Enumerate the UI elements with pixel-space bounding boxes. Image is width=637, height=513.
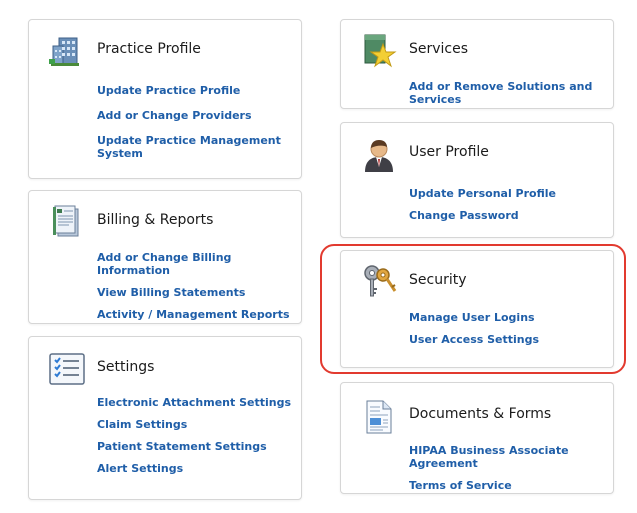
link-user-access-settings[interactable]: User Access Settings <box>409 333 539 346</box>
card-title-user-profile: User Profile <box>409 144 489 160</box>
link-update-practice-profile[interactable]: Update Practice Profile <box>97 84 301 97</box>
billing-reports-links: Add or Change Billing Information View B… <box>97 251 301 321</box>
document-icon <box>361 399 397 435</box>
link-electronic-attachment-settings[interactable]: Electronic Attachment Settings <box>97 396 291 409</box>
link-add-change-providers[interactable]: Add or Change Providers <box>97 109 301 122</box>
keys-icon <box>361 263 397 299</box>
link-alert-settings[interactable]: Alert Settings <box>97 462 291 475</box>
link-add-change-billing-information[interactable]: Add or Change Billing Information <box>97 251 301 277</box>
link-add-remove-solutions-services[interactable]: Add or Remove Solutions and Services <box>409 80 613 106</box>
user-icon <box>361 137 397 173</box>
link-terms-of-service[interactable]: Terms of Service <box>409 479 613 492</box>
link-update-practice-management-system[interactable]: Update Practice Management System <box>97 134 301 160</box>
card-title-billing-reports: Billing & Reports <box>97 212 214 228</box>
report-icon <box>49 203 85 239</box>
services-card: Services Add or Remove Solutions and Ser… <box>340 19 614 109</box>
link-update-personal-profile[interactable]: Update Personal Profile <box>409 187 556 200</box>
card-title-practice-profile: Practice Profile <box>97 41 201 57</box>
star-box-icon <box>361 32 397 68</box>
card-title-services: Services <box>409 41 469 57</box>
checklist-icon <box>49 353 85 389</box>
security-card: Security Manage User Logins User Access … <box>340 250 614 368</box>
documents-forms-links: HIPAA Business Associate Agreement Terms… <box>409 444 613 492</box>
practice-profile-links: Update Practice Profile Add or Change Pr… <box>97 84 301 160</box>
user-profile-card: User Profile Update Personal Profile Cha… <box>340 122 614 238</box>
billing-reports-card: Billing & Reports Add or Change Billing … <box>28 190 302 324</box>
link-change-password[interactable]: Change Password <box>409 209 556 222</box>
security-links: Manage User Logins User Access Settings <box>409 311 539 346</box>
card-title-documents-forms: Documents & Forms <box>409 406 552 422</box>
link-manage-user-logins[interactable]: Manage User Logins <box>409 311 539 324</box>
link-hipaa-business-associate-agreement[interactable]: HIPAA Business Associate Agreement <box>409 444 613 470</box>
user-profile-links: Update Personal Profile Change Password <box>409 187 556 222</box>
documents-forms-card: Documents & Forms HIPAA Business Associa… <box>340 382 614 494</box>
link-activity-management-reports[interactable]: Activity / Management Reports <box>97 308 301 321</box>
card-title-settings: Settings <box>97 359 155 375</box>
link-claim-settings[interactable]: Claim Settings <box>97 418 291 431</box>
settings-links: Electronic Attachment Settings Claim Set… <box>97 396 291 475</box>
card-title-security: Security <box>409 272 467 288</box>
practice-profile-card: Practice Profile Update Practice Profile… <box>28 19 302 179</box>
link-patient-statement-settings[interactable]: Patient Statement Settings <box>97 440 291 453</box>
building-icon <box>49 32 85 68</box>
settings-card: Settings Electronic Attachment Settings … <box>28 336 302 500</box>
link-view-billing-statements[interactable]: View Billing Statements <box>97 286 301 299</box>
services-links: Add or Remove Solutions and Services <box>409 80 613 106</box>
